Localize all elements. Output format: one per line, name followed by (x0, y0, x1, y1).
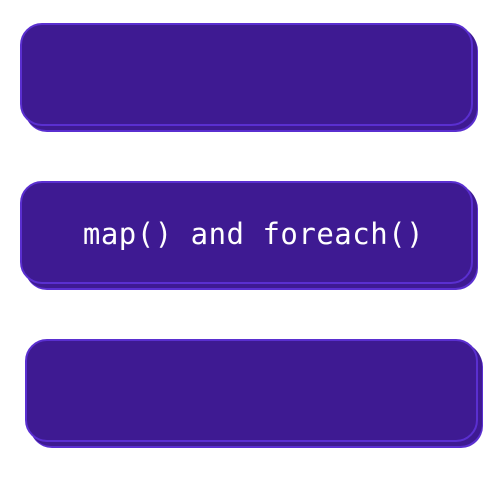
top-card (20, 23, 473, 126)
bottom-card (25, 339, 478, 442)
title-text: map() and foreach() (82, 217, 425, 251)
title-card: map() and foreach() (20, 181, 473, 284)
canvas: map() and foreach() (0, 0, 500, 500)
